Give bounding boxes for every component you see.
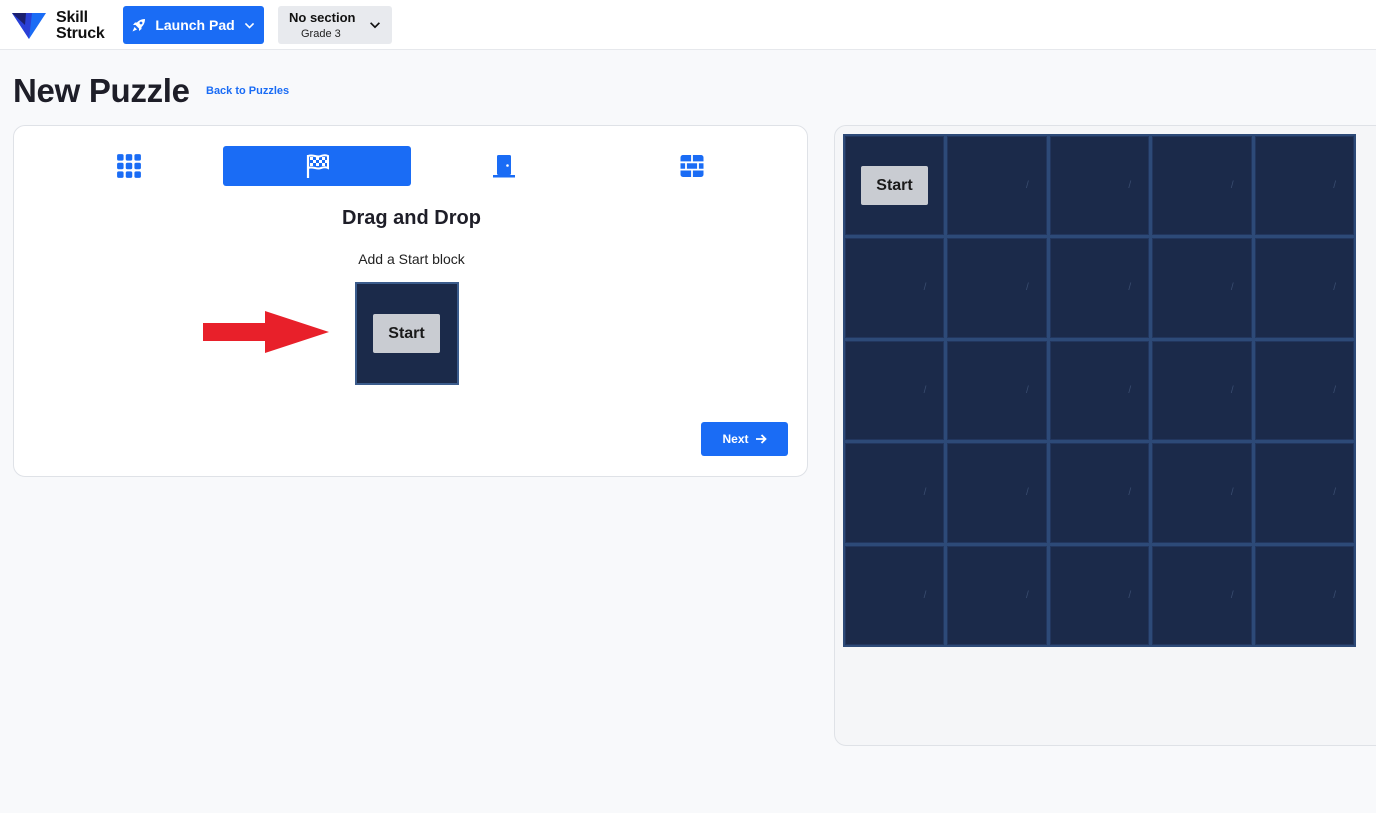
board-cell[interactable]: / <box>845 443 945 543</box>
board-cell[interactable]: / <box>947 238 1047 338</box>
cell-mark: / <box>1026 282 1029 294</box>
tab-wall[interactable] <box>598 146 786 186</box>
board-cell[interactable]: / <box>1049 238 1150 338</box>
logo-text: Skill Struck <box>56 10 105 42</box>
cell-mark: / <box>923 487 927 499</box>
cell-mark: / <box>1128 384 1132 396</box>
section-grade: Grade 3 <box>301 28 341 40</box>
cell-mark: / <box>1230 384 1234 396</box>
cell-mark: / <box>1128 589 1132 601</box>
logo-line1: Skill <box>56 9 88 26</box>
cell-mark: / <box>1128 282 1132 294</box>
start-block-placed[interactable]: Start <box>861 166 928 205</box>
cell-mark: / <box>1333 384 1336 396</box>
puzzle-editor-card: Drag and Drop Add a Start block Start Ne… <box>13 125 808 477</box>
tab-start-flag[interactable] <box>223 146 411 186</box>
cell-mark: / <box>1026 487 1029 499</box>
cell-mark: / <box>1333 487 1336 499</box>
launch-pad-label: Launch Pad <box>155 17 235 33</box>
chevron-down-icon <box>244 22 254 29</box>
cell-mark: / <box>1230 589 1234 601</box>
cell-mark: / <box>1333 589 1336 601</box>
cell-mark: / <box>1333 180 1336 191</box>
section-select[interactable]: No section Grade 3 <box>278 6 392 44</box>
board-cell[interactable]: / <box>1152 238 1252 338</box>
cell-mark: / <box>1128 487 1132 499</box>
cell-mark: / <box>923 282 927 294</box>
cell-mark: / <box>923 589 927 601</box>
board-cell[interactable]: / <box>845 545 945 645</box>
rocket-icon <box>132 19 146 32</box>
cell-mark: / <box>1230 487 1234 499</box>
board-cell[interactable]: / <box>1254 136 1354 236</box>
board-cell[interactable]: / <box>1152 340 1252 441</box>
back-to-puzzles-link[interactable]: Back to Puzzles <box>206 85 289 97</box>
board-cell[interactable]: / <box>1254 340 1354 441</box>
board-cell[interactable]: / <box>845 340 945 441</box>
checkered-flag-icon <box>306 154 329 178</box>
section-title: No section <box>289 10 356 25</box>
board-cell[interactable]: / <box>1152 443 1252 543</box>
cell-mark: / <box>1026 180 1029 191</box>
cell-mark: / <box>1026 384 1029 396</box>
board-cell[interactable]: / <box>1254 238 1354 338</box>
board-cell[interactable]: / <box>1049 136 1150 236</box>
grid-icon <box>117 154 141 178</box>
board-cell[interactable]: / <box>1152 136 1252 236</box>
start-block-draggable[interactable]: Start <box>373 314 440 353</box>
board-cell[interactable]: / <box>1152 545 1252 645</box>
next-label: Next <box>722 432 749 446</box>
top-bar: Skill Struck Launch Pad No section Grade… <box>0 0 1376 50</box>
step-instruction: Add a Start block <box>358 251 465 267</box>
board-cell[interactable]: / <box>845 238 945 338</box>
board-cell[interactable]: / <box>1049 340 1150 441</box>
cell-mark: / <box>1333 282 1336 294</box>
cell-mark: / <box>1026 589 1029 601</box>
arrow-right-icon <box>755 434 767 444</box>
tab-grid[interactable] <box>35 146 223 186</box>
page-title: New Puzzle <box>13 72 190 109</box>
board-cell[interactable]: / <box>1049 545 1150 645</box>
step-title: Drag and Drop <box>342 207 481 229</box>
brick-wall-icon <box>680 155 704 177</box>
arrow-right-icon <box>203 311 329 353</box>
board-cell[interactable]: / <box>1254 545 1354 645</box>
board-cell[interactable]: / <box>947 340 1047 441</box>
launch-pad-button[interactable]: Launch Pad <box>123 6 264 44</box>
board-cell[interactable]: / <box>1254 443 1354 543</box>
board-cell[interactable]: Start <box>845 136 945 236</box>
logo-line2: Struck <box>56 25 105 42</box>
cell-mark: / <box>1230 180 1234 191</box>
puzzle-board: Start / / / / / / / / / / / / / / / / / / / / / / / / <box>843 134 1356 647</box>
start-block-palette: Start <box>355 282 459 385</box>
tab-door[interactable] <box>410 146 598 186</box>
next-button[interactable]: Next <box>701 422 788 456</box>
door-icon <box>493 155 515 178</box>
board-cell[interactable]: / <box>947 443 1047 543</box>
cell-mark: / <box>1128 180 1132 191</box>
chevron-down-icon <box>370 22 380 29</box>
board-cell[interactable]: / <box>947 545 1047 645</box>
board-cell[interactable]: / <box>1049 443 1150 543</box>
logo-icon <box>12 13 46 39</box>
cell-mark: / <box>1230 282 1234 294</box>
logo[interactable]: Skill Struck <box>12 8 122 44</box>
board-cell[interactable]: / <box>947 136 1047 236</box>
cell-mark: / <box>923 384 927 396</box>
